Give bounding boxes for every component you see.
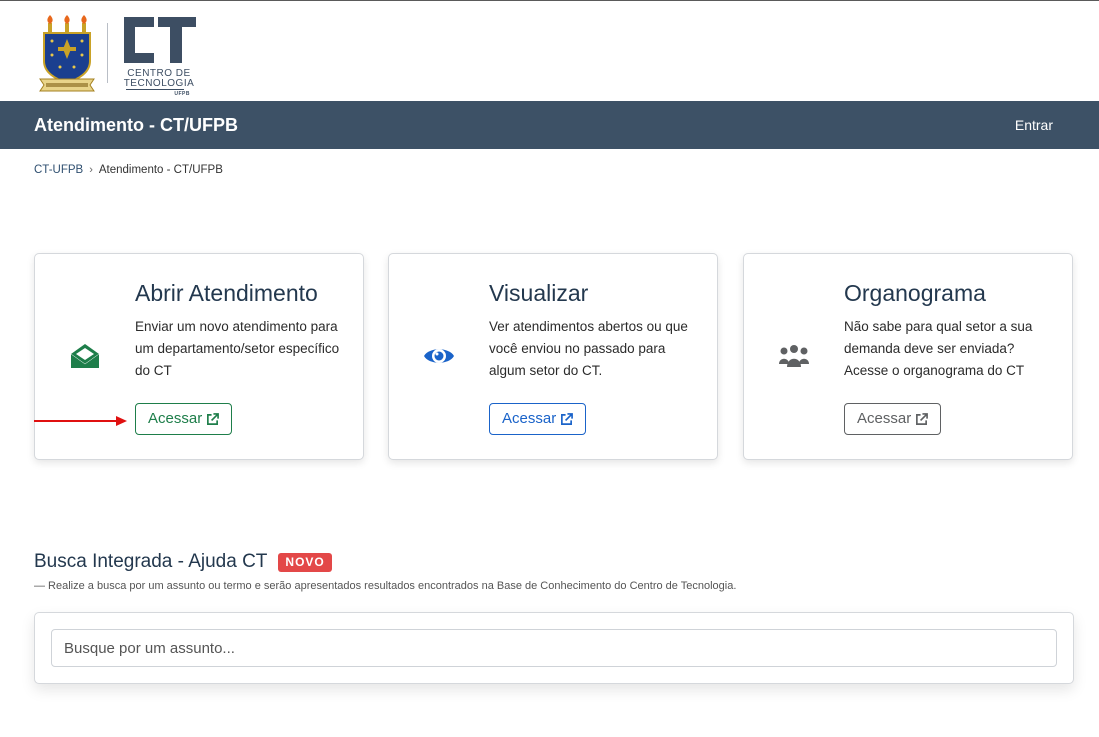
breadcrumb-home-link[interactable]: CT-UFPB — [34, 164, 83, 176]
ct-logo-line3: UFPB — [174, 91, 190, 97]
search-section-title: Busca Integrada - Ajuda CT NOVO — [34, 551, 332, 573]
red-arrow-annotation — [34, 416, 127, 426]
envelope-open-icon — [70, 344, 100, 368]
navbar: Atendimento - CT/UFPB Entrar — [0, 101, 1099, 149]
acessar-button-label: Acessar — [857, 410, 912, 427]
ct-logo-mark — [124, 17, 196, 63]
search-input[interactable] — [51, 629, 1057, 667]
card-visualizar: Visualizar Ver atendimentos abertos ou q… — [388, 253, 718, 460]
ct-logo-line2: TECNOLOGIA — [123, 78, 195, 89]
search-card — [34, 612, 1074, 684]
eye-icon — [424, 349, 454, 363]
acessar-button-label: Acessar — [502, 410, 557, 427]
ufpb-logo[interactable] — [38, 15, 96, 93]
acessar-button[interactable]: Acessar — [135, 403, 233, 435]
card-title: Organograma — [844, 280, 986, 306]
people-group-icon — [779, 345, 809, 367]
card-abrir-atendimento: Abrir Atendimento Enviar um novo atendim… — [34, 253, 364, 460]
breadcrumb-current: Atendimento - CT/UFPB — [98, 164, 223, 176]
ct-logo-underline — [126, 89, 184, 90]
breadcrumb-separator: › — [89, 164, 93, 176]
card-description: Não sabe para qual setor a sua demanda d… — [844, 319, 1033, 378]
external-link-icon — [916, 412, 929, 425]
card-title: Visualizar — [489, 280, 589, 306]
logo-bar: CENTRO DE TECNOLOGIA UFPB — [0, 1, 1099, 101]
breadcrumb: CT-UFPB › Atendimento - CT/UFPB — [34, 164, 223, 176]
external-link-icon — [561, 412, 574, 425]
logo-separator — [107, 23, 108, 83]
card-title: Abrir Atendimento — [135, 280, 318, 306]
card-organograma: Organograma Não sabe para qual setor a s… — [743, 253, 1073, 460]
acessar-button[interactable]: Acessar — [844, 403, 942, 435]
search-title-text: Busca Integrada - Ajuda CT — [34, 551, 268, 572]
login-link[interactable]: Entrar — [1015, 117, 1053, 133]
acessar-button[interactable]: Acessar — [489, 403, 587, 435]
external-link-icon — [207, 412, 220, 425]
ct-logo[interactable]: CENTRO DE TECNOLOGIA UFPB — [120, 15, 200, 97]
search-description: — Realize a busca por um assunto ou term… — [34, 580, 737, 592]
card-description: Ver atendimentos abertos ou que você env… — [489, 319, 688, 378]
navbar-title[interactable]: Atendimento - CT/UFPB — [34, 115, 238, 136]
card-description: Enviar um novo atendimento para um depar… — [135, 319, 340, 378]
acessar-button-label: Acessar — [148, 410, 203, 427]
new-badge: NOVO — [278, 552, 332, 572]
